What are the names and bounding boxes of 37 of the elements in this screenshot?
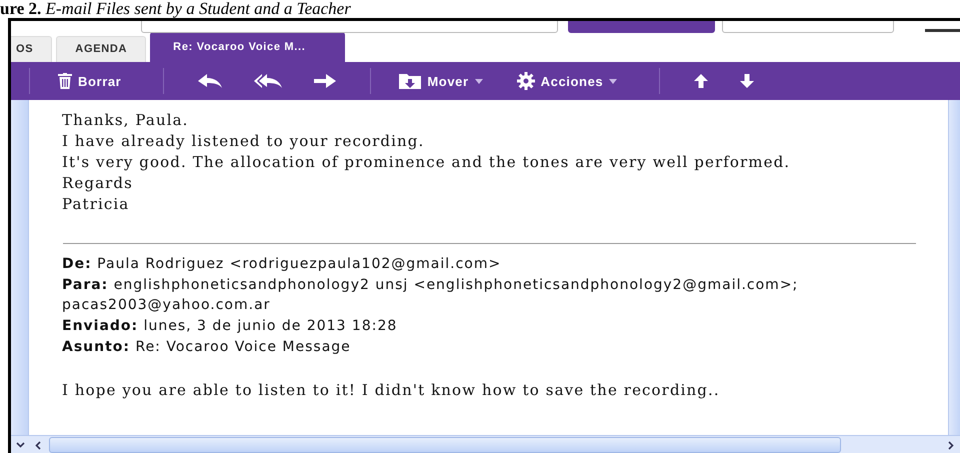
horizontal-scrollbar[interactable] [11, 435, 960, 453]
header-value: englishphoneticsandphonology2 unsj <englishphoneticsandphonology2@gmail.com>; [114, 276, 798, 293]
chevron-left-icon[interactable] [35, 440, 41, 450]
tab[interactable]: OS [11, 36, 52, 62]
header-value: Paula Rodriguez <rodriguezpaula102@gmail.com> [97, 256, 502, 272]
reply-icon[interactable] [198, 73, 222, 89]
delete-button[interactable]: Borrar [48, 69, 132, 93]
vertical-scrollbar[interactable] [11, 100, 29, 435]
header-label: Para: [62, 276, 108, 293]
header-value: Re: Vocaroo Voice Message [135, 338, 351, 355]
chevron-down-icon[interactable] [16, 442, 24, 448]
trash-icon [58, 73, 72, 89]
message-line: Regards [62, 173, 134, 194]
header-value: lunes, 3 de junio de 2013 18:28 [144, 318, 398, 334]
tab[interactable]: Re: Vocaroo Voice M... [150, 32, 345, 62]
header-label: De: [62, 256, 92, 272]
header-value: pacas2003@yahoo.com.ar [62, 297, 270, 314]
forward-arrow-icon[interactable] [314, 73, 336, 89]
message-line: I have already listened to your recording. [62, 131, 426, 152]
message-line: Thanks, Paula. [62, 110, 190, 131]
up-arrow-icon[interactable] [694, 74, 708, 88]
reply-all-icon[interactable] [254, 73, 282, 89]
header-label: Asunto: [62, 338, 130, 355]
move-button[interactable]: Mover [389, 69, 493, 93]
folder-icon [399, 73, 422, 89]
chevron-right-icon[interactable] [948, 440, 954, 450]
header-label: Enviado: [62, 318, 138, 334]
vertical-scrollbar[interactable] [948, 100, 960, 435]
scrollbar-thumb[interactable] [49, 437, 841, 453]
tab[interactable]: AGENDA [56, 36, 146, 62]
message-line: Patricia [62, 194, 130, 215]
actions-button[interactable]: Acciones [506, 68, 628, 94]
figure-caption: ure 2. E-mail Files sent by a Student and a Teacher [0, 0, 352, 18]
down-arrow-icon[interactable] [740, 74, 754, 88]
message-line: I hope you are able to listen to it! I didn't know how to save the recording.. [62, 380, 721, 401]
message-line: It's very good. The allocation of prominence and the tones are very well performed. [62, 152, 792, 173]
gear-icon [516, 72, 535, 90]
